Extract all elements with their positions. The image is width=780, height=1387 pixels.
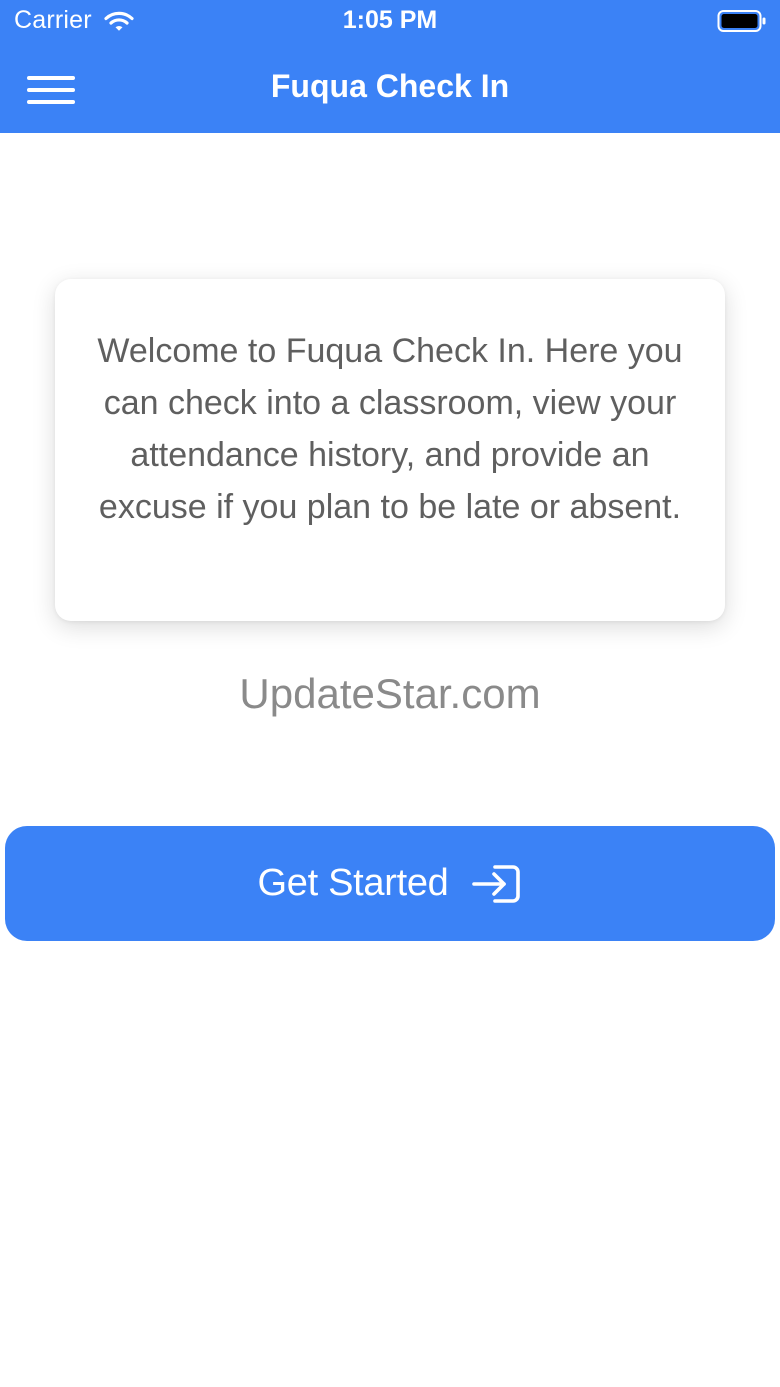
status-time: 1:05 PM <box>342 6 438 34</box>
welcome-message: Welcome to Fuqua Check In. Here you can … <box>97 332 683 526</box>
status-bar: Carrier 1:05 PM <box>0 0 780 44</box>
page-title: Fuqua Check In <box>270 68 510 104</box>
welcome-card: Welcome to Fuqua Check In. Here you can … <box>55 279 725 621</box>
app-screen: Carrier 1:05 PM Fuqua Check In Welcome t… <box>0 0 780 1387</box>
login-arrow-icon <box>471 864 520 903</box>
get-started-label: Get Started <box>257 862 449 904</box>
nav-bar: Fuqua Check In <box>0 44 780 133</box>
app-header: Carrier 1:05 PM Fuqua Check In <box>0 0 780 133</box>
battery-icon <box>717 10 766 32</box>
watermark-text: UpdateStar.com <box>239 670 541 717</box>
get-started-button[interactable]: Get Started <box>5 826 775 941</box>
